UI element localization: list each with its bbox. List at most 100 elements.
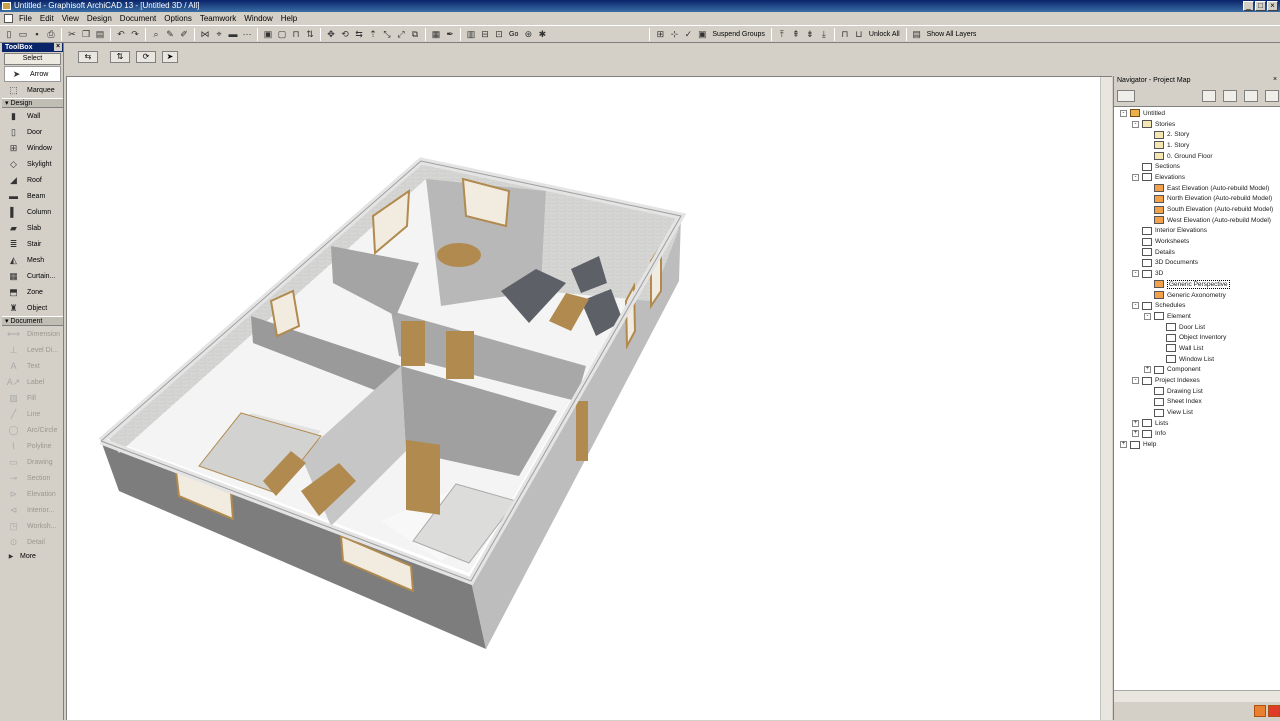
horizontal-scrollbar[interactable]	[1114, 690, 1280, 702]
tree-node[interactable]: - Schedules	[1114, 300, 1280, 311]
send-backward-icon[interactable]: ⤓	[818, 28, 830, 40]
tree-node[interactable]: - Stories	[1114, 119, 1280, 130]
delete-icon[interactable]	[1268, 705, 1280, 717]
pen-icon[interactable]: ✒	[444, 28, 456, 40]
bring-front-icon[interactable]: ⇞	[790, 28, 802, 40]
3d-model-window[interactable]	[66, 76, 1112, 720]
tree-node[interactable]: 3D Documents	[1114, 258, 1280, 269]
tree-node[interactable]: Drawing List	[1114, 386, 1280, 397]
tool-zone[interactable]: ⬒ Zone	[2, 284, 63, 300]
tree-node[interactable]: East Elevation (Auto-rebuild Model)	[1114, 183, 1280, 194]
tree-node[interactable]: - Project Indexes	[1114, 375, 1280, 386]
offset-icon[interactable]: ⧉	[409, 28, 421, 40]
tool-fill[interactable]: ▨ Fill	[2, 390, 63, 406]
tool-more[interactable]: ▶ More	[2, 550, 63, 562]
tool-arrow[interactable]: ➤ Arrow	[4, 66, 61, 82]
grid-snap-icon[interactable]: ⊞	[654, 28, 666, 40]
tree-node[interactable]: 0. Ground Floor	[1114, 151, 1280, 162]
tool-skylight[interactable]: ◇ Skylight	[2, 156, 63, 172]
tool-arc-circle[interactable]: ◯ Arc/Circle	[2, 422, 63, 438]
expand-icon[interactable]: +	[1144, 366, 1151, 374]
tool-interior-elevation[interactable]: ⊲ Interior...	[2, 502, 63, 518]
tool-roof[interactable]: ◢ Roof	[2, 172, 63, 188]
publisher-sets-icon[interactable]	[1265, 90, 1279, 102]
3d-window-icon[interactable]: ⊡	[493, 28, 505, 40]
paste-icon[interactable]: ▤	[94, 28, 106, 40]
section-document[interactable]: ▾ Document	[2, 316, 63, 326]
tool-curtain-wall[interactable]: ▦ Curtain...	[2, 268, 63, 284]
document-icon[interactable]	[4, 14, 13, 23]
tree-node[interactable]: - Element	[1114, 311, 1280, 322]
navigation-button-2[interactable]: ⇅	[110, 51, 130, 63]
tool-beam[interactable]: ▬ Beam	[2, 188, 63, 204]
guide-icon[interactable]: ⊹	[668, 28, 680, 40]
tool-worksheet[interactable]: ◳ Worksh...	[2, 518, 63, 534]
tree-node[interactable]: Sections	[1114, 161, 1280, 172]
show-layers-icon[interactable]: ▤	[911, 28, 923, 40]
layers-icon[interactable]: ▦	[430, 28, 442, 40]
tree-node[interactable]: 2. Story	[1114, 129, 1280, 140]
show-all-layers-button[interactable]: Show All Layers	[924, 31, 980, 38]
tool-label[interactable]: A↗ Label	[2, 374, 63, 390]
tree-node[interactable]: Wall List	[1114, 343, 1280, 354]
tree-node[interactable]: + Help	[1114, 439, 1280, 450]
tree-node[interactable]: Door List	[1114, 322, 1280, 333]
stretch-icon[interactable]: ⤡	[381, 28, 393, 40]
tree-node[interactable]: West Elevation (Auto-rebuild Model)	[1114, 215, 1280, 226]
floor-plan-icon[interactable]: ▥	[465, 28, 477, 40]
close-icon[interactable]: ×	[1271, 76, 1279, 84]
menu-window[interactable]: Window	[240, 14, 276, 23]
tool-mesh[interactable]: ◭ Mesh	[2, 252, 63, 268]
collapse-icon[interactable]: -	[1132, 120, 1139, 128]
settings-icon[interactable]	[1254, 705, 1266, 717]
lock-element-icon[interactable]: ⊓	[839, 28, 851, 40]
tool-level-dimension[interactable]: ⊥ Level Di...	[2, 342, 63, 358]
menu-teamwork[interactable]: Teamwork	[196, 14, 240, 23]
copy-icon[interactable]: ❐	[80, 28, 92, 40]
menu-help[interactable]: Help	[277, 14, 301, 23]
eyedropper-icon[interactable]: ✎	[164, 28, 176, 40]
tool-marquee[interactable]: ⬚ Marquee	[2, 82, 63, 98]
tree-node[interactable]: Object Inventory	[1114, 332, 1280, 343]
tree-node[interactable]: - 3D	[1114, 268, 1280, 279]
drag-icon[interactable]: ✥	[325, 28, 337, 40]
3d-house-model[interactable]	[67, 77, 1101, 721]
tree-node[interactable]: Interior Elevations	[1114, 226, 1280, 237]
suspend-groups-button[interactable]: Suspend Groups	[709, 31, 768, 38]
find-select-icon[interactable]: ⌕	[150, 28, 162, 40]
syringe-icon[interactable]: ✐	[178, 28, 190, 40]
collapse-icon[interactable]: -	[1120, 109, 1127, 117]
layout-book-icon[interactable]	[1244, 90, 1258, 102]
arrange-icon[interactable]: ⇅	[304, 28, 316, 40]
tree-node[interactable]: Sheet Index	[1114, 397, 1280, 408]
align-icon[interactable]: ▬	[227, 28, 239, 40]
pointer-button[interactable]: ➤	[162, 51, 178, 63]
print-icon[interactable]: ⎙	[45, 28, 57, 40]
tree-node[interactable]: 1. Story	[1114, 140, 1280, 151]
tree-node[interactable]: Details	[1114, 247, 1280, 258]
collapse-icon[interactable]: -	[1132, 173, 1139, 181]
tree-node[interactable]: North Elevation (Auto-rebuild Model)	[1114, 194, 1280, 205]
tool-dimension[interactable]: ⟷ Dimension	[2, 326, 63, 342]
tool-section[interactable]: ⊸ Section	[2, 470, 63, 486]
tree-node[interactable]: Worksheets	[1114, 236, 1280, 247]
menu-design[interactable]: Design	[83, 14, 116, 23]
new-file-icon[interactable]: ▯	[3, 28, 15, 40]
tool-text[interactable]: A Text	[2, 358, 63, 374]
maximize-button[interactable]: □	[1255, 1, 1266, 11]
tree-node[interactable]: View List	[1114, 407, 1280, 418]
expand-icon[interactable]: +	[1132, 419, 1139, 427]
tool-elevation[interactable]: ⊳ Elevation	[2, 486, 63, 502]
ungroup-icon[interactable]: ▢	[276, 28, 288, 40]
collapse-icon[interactable]: -	[1132, 270, 1139, 278]
project-map-icon[interactable]	[1202, 90, 1216, 102]
tool-drawing[interactable]: ▭ Drawing	[2, 454, 63, 470]
section-design[interactable]: ▾ Design	[2, 98, 63, 108]
save-icon[interactable]: ▪	[31, 28, 43, 40]
menu-file[interactable]: File	[15, 14, 36, 23]
tool-polyline[interactable]: ⌇ Polyline	[2, 438, 63, 454]
tool-window[interactable]: ⊞ Window	[2, 140, 63, 156]
tree-node[interactable]: Generic Perspective	[1114, 279, 1280, 290]
orbit-button[interactable]: ⟳	[136, 51, 156, 63]
close-window-button[interactable]: ×	[1267, 1, 1278, 11]
